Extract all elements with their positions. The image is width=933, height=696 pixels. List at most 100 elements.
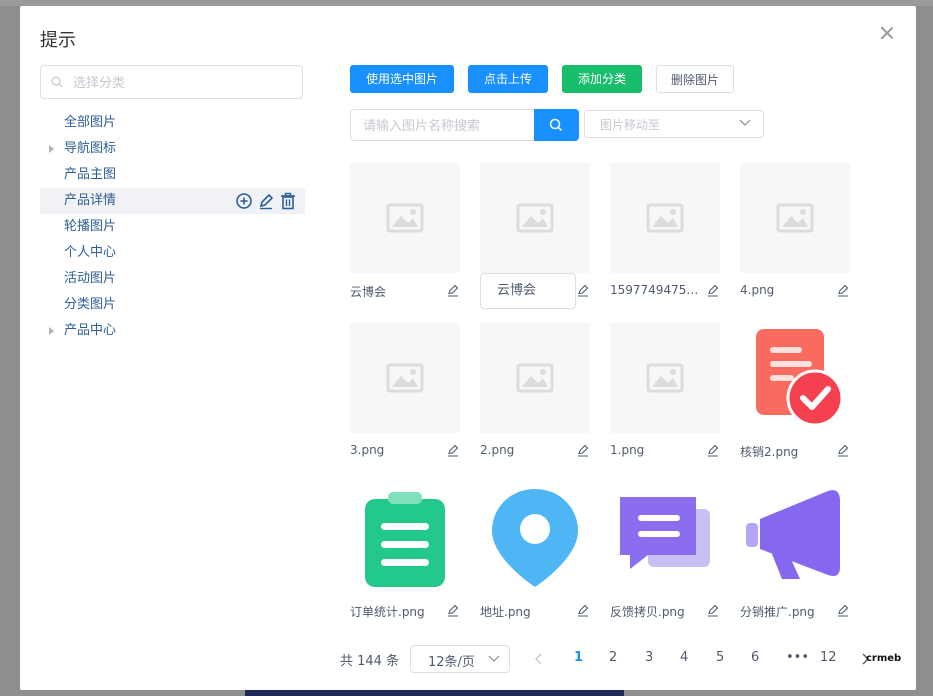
image-card[interactable]: 3.png <box>350 323 470 483</box>
edit-icon[interactable] <box>257 192 275 210</box>
image-filename: 3.png <box>350 443 385 457</box>
image-thumbnail[interactable] <box>480 163 590 273</box>
move-to-placeholder: 图片移动至 <box>600 118 661 132</box>
image-thumbnail[interactable] <box>740 483 850 593</box>
rename-icon[interactable] <box>836 443 850 457</box>
rename-icon[interactable] <box>446 443 460 457</box>
page-size-select[interactable]: 12条/页 <box>410 645 510 673</box>
tree-node-label: 个人中心 <box>64 245 117 260</box>
tree-node-product-detail[interactable]: 产品详情 <box>40 188 305 214</box>
page-number[interactable]: 1 <box>574 650 583 665</box>
filename-tooltip: 云博会 <box>480 273 576 309</box>
tree-node-label: 产品详情 <box>64 193 117 208</box>
rename-icon[interactable] <box>576 603 590 617</box>
page-number[interactable]: 2 <box>609 650 617 665</box>
image-thumbnail[interactable] <box>480 323 590 433</box>
image-thumbnail[interactable] <box>610 163 720 273</box>
rename-icon[interactable] <box>706 443 720 457</box>
image-card[interactable]: 云博会 <box>350 163 470 323</box>
image-card[interactable]: 分销推广.png <box>740 483 860 643</box>
search-button[interactable] <box>534 109 579 141</box>
tree-node-label: 全部图片 <box>64 115 117 130</box>
tree-node-personal-center[interactable]: 个人中心 <box>40 240 305 266</box>
tree-node-product-main[interactable]: 产品主图 <box>40 162 305 188</box>
tree-node-label: 产品中心 <box>64 323 117 338</box>
category-tree: 全部图片 导航图标 产品主图 产品详情 轮播图片 个人中心 活动图片 分类图片 … <box>40 110 305 344</box>
image-card[interactable]: 4.png <box>740 163 860 323</box>
page-number[interactable]: 12 <box>820 650 837 665</box>
image-thumbnail[interactable] <box>740 163 850 273</box>
image-thumbnail[interactable] <box>610 323 720 433</box>
image-card[interactable]: 2.png <box>480 323 600 483</box>
close-icon[interactable] <box>880 26 894 40</box>
page-number[interactable]: 3 <box>645 650 653 665</box>
category-search[interactable] <box>40 65 303 99</box>
image-name-search-input[interactable] <box>361 116 530 136</box>
image-filename: 分销推广.png <box>740 605 815 619</box>
image-filename: 订单统计.png <box>350 605 425 619</box>
move-to-select[interactable]: 图片移动至 <box>584 110 764 138</box>
search-icon <box>549 118 563 132</box>
expand-arrow-icon[interactable] <box>49 145 54 153</box>
image-card[interactable]: 核销2.png <box>740 323 860 483</box>
search-icon <box>51 76 63 88</box>
image-thumbnail[interactable] <box>350 163 460 273</box>
tree-node-product-center[interactable]: 产品中心 <box>40 318 305 344</box>
image-filename: 核销2.png <box>740 445 799 459</box>
tree-node-all[interactable]: 全部图片 <box>40 110 305 136</box>
page-number[interactable]: 6 <box>751 650 759 665</box>
rename-icon[interactable] <box>576 283 590 297</box>
prev-page-icon[interactable] <box>535 653 543 665</box>
tree-node-label: 导航图标 <box>64 141 117 156</box>
page-number[interactable]: 5 <box>716 650 724 665</box>
image-card[interactable]: 15977494759... <box>610 163 730 323</box>
image-card[interactable]: 地址.png <box>480 483 600 643</box>
rename-icon[interactable] <box>836 603 850 617</box>
image-filename: 反馈拷贝.png <box>610 605 685 619</box>
expand-arrow-icon[interactable] <box>49 327 54 335</box>
tree-node-category-images[interactable]: 分类图片 <box>40 292 305 318</box>
trash-icon[interactable] <box>279 192 297 210</box>
tree-node-activity[interactable]: 活动图片 <box>40 266 305 292</box>
delete-image-button[interactable]: 删除图片 <box>656 65 734 93</box>
upload-button[interactable]: 点击上传 <box>468 65 548 93</box>
image-filename: 15977494759... <box>610 283 702 297</box>
image-card[interactable]: 1.png <box>610 323 730 483</box>
tree-node-label: 产品主图 <box>64 167 117 182</box>
image-card[interactable]: 反馈拷贝.png <box>610 483 730 643</box>
category-search-input[interactable] <box>71 72 295 94</box>
image-filename: 地址.png <box>480 605 531 619</box>
image-name-search[interactable] <box>350 109 534 141</box>
image-thumbnail[interactable] <box>740 323 850 433</box>
image-filename: 2.png <box>480 443 515 457</box>
image-thumbnail[interactable] <box>350 483 460 593</box>
rename-icon[interactable] <box>446 283 460 297</box>
chevron-down-icon <box>488 655 500 662</box>
page-size-value: 12条/页 <box>428 655 475 670</box>
tree-node-label: 轮播图片 <box>64 219 117 234</box>
rename-icon[interactable] <box>576 443 590 457</box>
pagination-total: 共 144 条 <box>340 654 400 669</box>
tree-node-label: 活动图片 <box>64 271 117 286</box>
add-category-button[interactable]: 添加分类 <box>562 65 642 93</box>
tree-node-carousel[interactable]: 轮播图片 <box>40 214 305 240</box>
brand-watermark: crmeb <box>866 653 902 664</box>
image-picker-dialog: 提示 全部图片 导航图标 产品主图 产品详情 轮播图片 个人中心 活动图片 分类… <box>20 6 916 690</box>
use-selected-button[interactable]: 使用选中图片 <box>350 65 454 93</box>
image-thumbnail[interactable] <box>480 483 590 593</box>
page-number[interactable]: 4 <box>680 650 688 665</box>
rename-icon[interactable] <box>706 283 720 297</box>
image-thumbnail[interactable] <box>610 483 720 593</box>
rename-icon[interactable] <box>706 603 720 617</box>
image-filename: 1.png <box>610 443 645 457</box>
image-filename: 4.png <box>740 283 775 297</box>
rename-icon[interactable] <box>446 603 460 617</box>
tree-node-label: 分类图片 <box>64 297 117 312</box>
rename-icon[interactable] <box>836 283 850 297</box>
pagination-ellipsis[interactable]: ••• <box>786 650 809 665</box>
image-filename: 云博会 <box>350 285 387 299</box>
image-card[interactable]: 订单统计.png <box>350 483 470 643</box>
image-thumbnail[interactable] <box>350 323 460 433</box>
add-circle-icon[interactable] <box>235 192 253 210</box>
tree-node-nav-icons[interactable]: 导航图标 <box>40 136 305 162</box>
